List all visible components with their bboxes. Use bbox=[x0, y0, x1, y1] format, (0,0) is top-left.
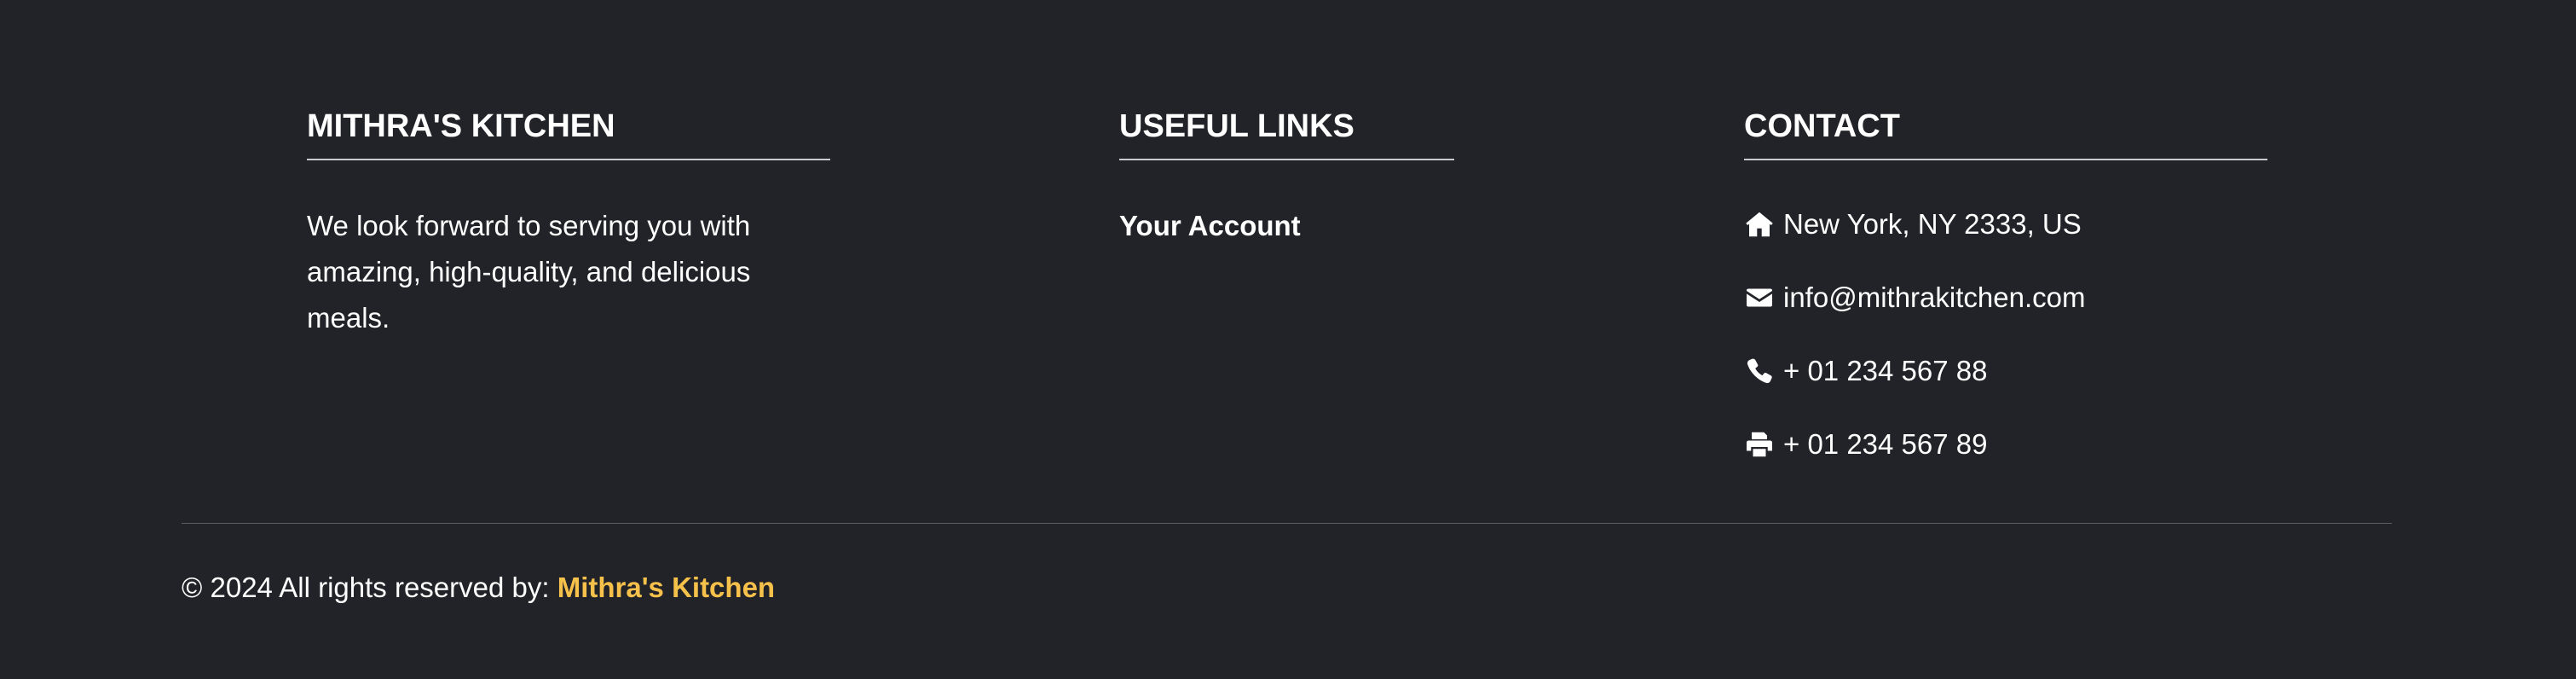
your-account-link[interactable]: Your Account bbox=[1119, 205, 1301, 247]
copyright-notice: © 2024 All rights reserved by: Mithra's … bbox=[182, 566, 775, 609]
envelope-icon bbox=[1744, 281, 1778, 315]
useful-links-heading: USEFUL LINKS bbox=[1119, 108, 1354, 144]
contact-address-text: New York, NY 2333, US bbox=[1783, 208, 2082, 240]
about-description: We look forward to serving you with amaz… bbox=[307, 210, 751, 334]
phone-icon bbox=[1744, 354, 1778, 388]
contact-phone: + 01 234 567 88 bbox=[1744, 350, 1987, 392]
contact-heading-divider bbox=[1744, 159, 2267, 160]
contact-address: New York, NY 2333, US bbox=[1744, 203, 2082, 246]
contact-email: info@mithrakitchen.com bbox=[1744, 276, 2085, 319]
contact-email-text[interactable]: info@mithrakitchen.com bbox=[1783, 281, 2085, 314]
brand-link[interactable]: Mithra's Kitchen bbox=[557, 572, 775, 603]
printer-icon bbox=[1744, 427, 1778, 461]
home-icon bbox=[1744, 207, 1778, 241]
copyright-text: © 2024 All rights reserved by: bbox=[182, 572, 557, 603]
footer-bottom-divider bbox=[182, 523, 2392, 524]
contact-fax-text: + 01 234 567 89 bbox=[1783, 428, 1988, 460]
contact-phone-text[interactable]: + 01 234 567 88 bbox=[1783, 355, 1987, 387]
contact-fax: + 01 234 567 89 bbox=[1744, 423, 1987, 466]
useful-links-heading-divider bbox=[1119, 159, 1454, 160]
about-heading: MITHRA'S KITCHEN bbox=[307, 108, 615, 144]
contact-heading: CONTACT bbox=[1744, 108, 1900, 144]
about-heading-divider bbox=[307, 159, 830, 160]
